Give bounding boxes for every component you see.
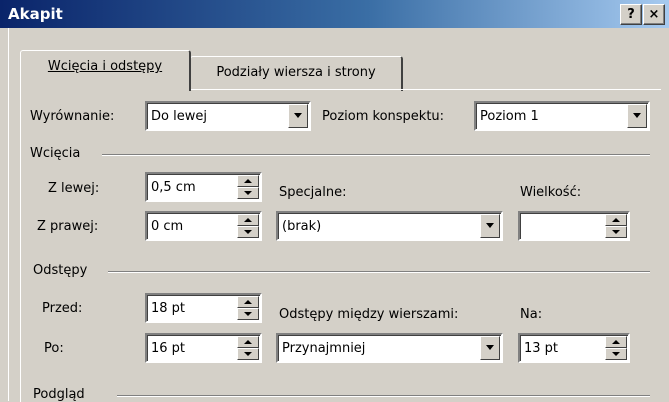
increment-icon[interactable]: [237, 336, 259, 348]
special-value: (brak): [282, 219, 322, 234]
tab-indents-spacing[interactable]: Wcięcia i odstępy: [20, 50, 191, 91]
size-label: Wielkość:: [520, 185, 582, 200]
increment-icon[interactable]: [237, 175, 259, 187]
chevron-down-icon[interactable]: [480, 336, 500, 360]
increment-icon[interactable]: [237, 214, 259, 226]
increment-icon[interactable]: [237, 296, 259, 308]
spacing-divider: [108, 271, 650, 273]
indent-left-stepper[interactable]: 0,5 cm: [145, 172, 262, 202]
spacing-before-value: 18 pt: [151, 301, 186, 316]
chevron-down-icon[interactable]: [627, 104, 647, 128]
line-spacing-value: Przynajmniej: [282, 341, 366, 356]
tab-label: Wcięcia i odstępy: [47, 59, 163, 74]
spacing-group-label: Odstępy: [33, 263, 88, 278]
tab-line-page-breaks[interactable]: Podziały wiersza i strony: [190, 56, 403, 91]
decrement-icon[interactable]: [237, 226, 259, 238]
alignment-label: Wyrównanie:: [30, 109, 115, 124]
line-spacing-at-stepper[interactable]: 13 pt: [518, 333, 630, 363]
close-icon: ×: [648, 7, 660, 22]
help-button[interactable]: ?: [620, 4, 642, 25]
increment-icon[interactable]: [605, 336, 627, 348]
spacing-after-value: 16 pt: [151, 341, 186, 356]
indent-right-stepper[interactable]: 0 cm: [145, 211, 262, 241]
line-spacing-at-label: Na:: [520, 307, 543, 322]
decrement-icon[interactable]: [237, 187, 259, 199]
alignment-select[interactable]: Do lewej: [145, 101, 311, 131]
decrement-icon[interactable]: [605, 348, 627, 360]
special-label: Specjalne:: [279, 185, 347, 200]
alignment-value: Do lewej: [151, 109, 207, 124]
indent-left-label: Z lewej:: [48, 181, 100, 196]
line-spacing-select[interactable]: Przynajmniej: [276, 333, 503, 363]
title-bar[interactable]: Akapit ? ×: [0, 0, 669, 28]
indent-left-value: 0,5 cm: [151, 180, 196, 195]
size-stepper[interactable]: [518, 211, 630, 241]
help-icon: ?: [627, 7, 635, 22]
indent-right-label: Z prawej:: [37, 219, 99, 234]
outline-level-value: Poziom 1: [480, 109, 539, 124]
outline-level-label: Poziom konspektu:: [322, 109, 445, 124]
decrement-icon[interactable]: [605, 226, 627, 238]
increment-icon[interactable]: [605, 214, 627, 226]
line-spacing-label: Odstępy między wierszami:: [279, 307, 459, 322]
spacing-before-label: Przed:: [42, 301, 83, 316]
spacing-before-stepper[interactable]: 18 pt: [145, 293, 262, 323]
special-select[interactable]: (brak): [276, 211, 503, 241]
indents-group-label: Wcięcia: [30, 146, 81, 161]
dialog-title: Akapit: [8, 5, 63, 23]
indents-divider: [102, 154, 650, 156]
chevron-down-icon[interactable]: [480, 214, 500, 238]
chevron-down-icon[interactable]: [288, 104, 308, 128]
line-spacing-at-value: 13 pt: [524, 341, 559, 356]
decrement-icon[interactable]: [237, 348, 259, 360]
spacing-after-stepper[interactable]: 16 pt: [145, 333, 262, 363]
outline-level-select[interactable]: Poziom 1: [474, 101, 650, 131]
preview-divider: [117, 395, 650, 397]
window-left-edge: [0, 28, 9, 401]
spacing-after-label: Po:: [44, 341, 64, 356]
indent-right-value: 0 cm: [151, 219, 184, 234]
preview-group-label: Podgląd: [33, 387, 85, 402]
paragraph-dialog: Akapit ? × Wcięcia i odstępy Podziały wi…: [0, 0, 669, 402]
decrement-icon[interactable]: [237, 308, 259, 320]
close-button[interactable]: ×: [643, 4, 665, 25]
tab-label: Podziały wiersza i strony: [216, 65, 376, 80]
